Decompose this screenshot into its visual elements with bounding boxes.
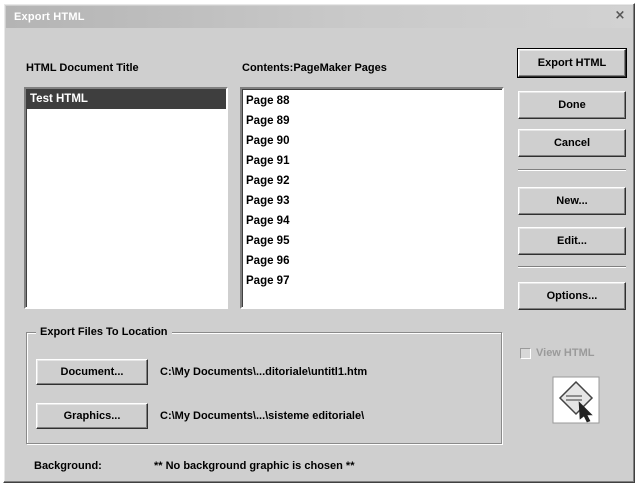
list-item[interactable]: Page 93 <box>242 191 502 211</box>
graphics-path: C:\My Documents\...\sisteme editoriale\ <box>160 410 365 422</box>
cancel-button[interactable]: Cancel <box>518 129 626 157</box>
title-bar: Export HTML × <box>6 6 632 28</box>
close-icon[interactable]: × <box>612 8 628 24</box>
separator <box>518 266 626 268</box>
background-value: ** No background graphic is chosen ** <box>154 460 355 472</box>
options-button[interactable]: Options... <box>518 282 626 310</box>
html-document-title-label: HTML Document Title <box>26 62 139 74</box>
list-item[interactable]: Page 97 <box>242 271 502 291</box>
done-button[interactable]: Done <box>518 91 626 119</box>
list-item[interactable]: Page 92 <box>242 171 502 191</box>
list-item[interactable]: Page 90 <box>242 131 502 151</box>
export-location-label: Export Files To Location <box>36 326 172 338</box>
list-item[interactable]: Page 95 <box>242 231 502 251</box>
list-item[interactable]: Page 88 <box>242 91 502 111</box>
background-label: Background: <box>34 460 102 472</box>
window-title: Export HTML <box>14 11 85 23</box>
list-item[interactable]: Test HTML <box>26 89 226 109</box>
graphics-button[interactable]: Graphics... <box>36 403 148 429</box>
export-html-dialog: Export HTML × HTML Document Title Test H… <box>3 3 635 483</box>
pagemaker-pages-list[interactable]: Page 88 Page 89 Page 90 Page 91 Page 92 … <box>240 87 504 309</box>
checkbox-icon[interactable] <box>520 347 531 359</box>
contents-pages-label: Contents:PageMaker Pages <box>242 62 387 74</box>
view-html-label: View HTML <box>536 347 595 359</box>
list-item[interactable]: Page 94 <box>242 211 502 231</box>
edit-button[interactable]: Edit... <box>518 227 626 255</box>
html-document-title-list[interactable]: Test HTML <box>24 87 228 309</box>
view-html-option[interactable]: View HTML <box>520 347 594 359</box>
html-document-icon[interactable] <box>552 376 600 424</box>
list-item[interactable]: Page 96 <box>242 251 502 271</box>
export-html-button[interactable]: Export HTML <box>517 48 627 78</box>
document-path: C:\My Documents\...ditoriale\untitl1.htm <box>160 366 368 378</box>
separator <box>518 169 626 171</box>
list-item[interactable]: Page 89 <box>242 111 502 131</box>
new-button[interactable]: New... <box>518 187 626 215</box>
document-button[interactable]: Document... <box>36 359 148 385</box>
list-item[interactable]: Page 91 <box>242 151 502 171</box>
